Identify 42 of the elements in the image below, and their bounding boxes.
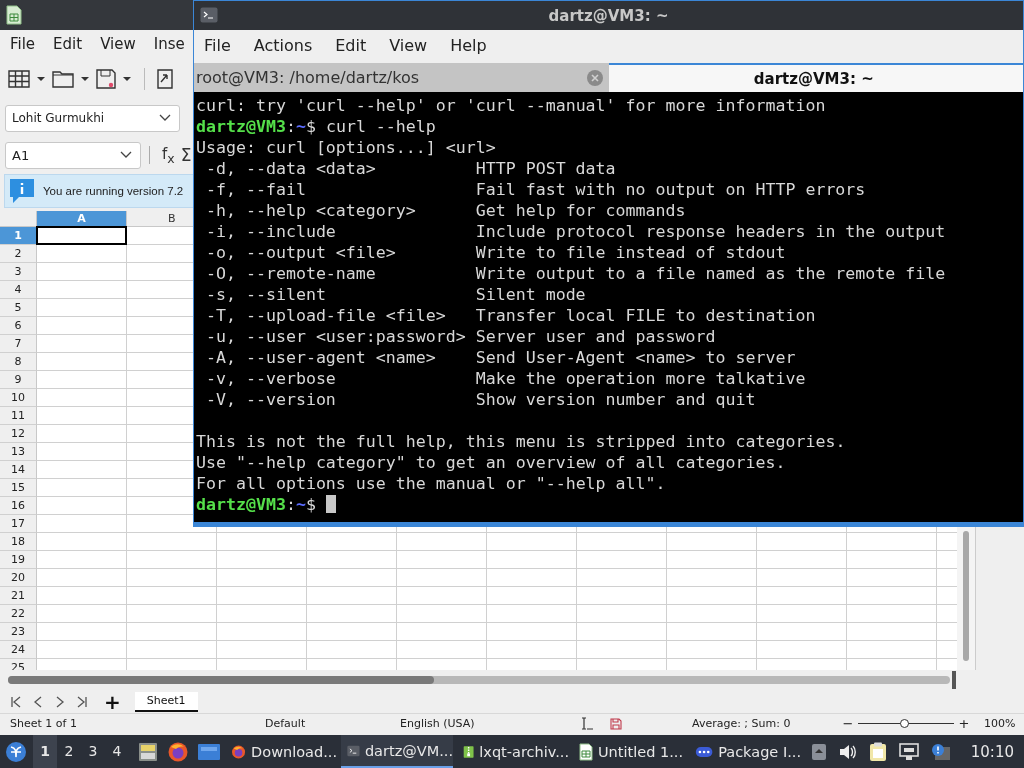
option-description: Server user and password	[475, 326, 716, 347]
option-name: -h, --help <category>	[206, 201, 416, 220]
option-description: Get help for commands	[475, 200, 686, 221]
output-line: Usage: curl [options...] <url>	[196, 137, 497, 158]
option-description: Make the operation more talkative	[475, 368, 806, 389]
prompt-user: dartz@VM3	[196, 117, 286, 136]
output-line: This is not the full help, this menu is stripped into categories.	[196, 431, 847, 452]
option-description: Show version number and quit	[475, 389, 756, 410]
output-line: curl: try 'curl --help' or 'curl --manual' for more information	[196, 95, 827, 116]
option-name: -v, --verbose	[206, 369, 336, 388]
option-name: -s, --silent	[206, 285, 326, 304]
window-title: dartz@VM3: ~	[548, 6, 669, 25]
option-name: -f, --fail	[206, 180, 306, 199]
option-description: HTTP POST data	[475, 158, 616, 179]
option-name: -i, --include	[206, 222, 336, 241]
prompt-symbol: $	[305, 495, 316, 514]
sheet-count: Sheet 1 of 1	[10, 717, 78, 730]
option-name: -A, --user-agent <name>	[206, 348, 436, 367]
prompt-separator: :	[285, 117, 296, 136]
prompt-path: ~	[295, 495, 306, 514]
option-description: Fail fast with no output on HTTP errors	[475, 179, 866, 200]
prompt-separator: :	[285, 495, 296, 514]
option-name: -V, --version	[206, 390, 336, 409]
prompt-symbol: $	[305, 117, 316, 136]
option-description: Write to file instead of stdout	[475, 242, 786, 263]
command-text: curl --help	[325, 117, 436, 136]
prompt-user: dartz@VM3	[196, 495, 286, 514]
option-description: Transfer local FILE to destination	[475, 305, 816, 326]
option-description: Include protocol response headers in the output	[475, 221, 946, 242]
option-name: -T, --upload-file <file>	[206, 306, 446, 325]
option-name: -d, --data <data>	[206, 159, 376, 178]
option-description: Write output to a file named as the remote file	[475, 263, 946, 284]
info-message: You are running version 7.2	[43, 185, 184, 197]
option-description: Send User-Agent <name> to server	[475, 347, 796, 368]
prompt-path: ~	[295, 117, 306, 136]
option-name: -o, --output <file>	[206, 243, 396, 262]
option-name: -O, --remote-name	[206, 264, 376, 283]
selection-summary: Average: ; Sum: 0	[692, 717, 792, 730]
option-name: -u, --user <user:password>	[206, 327, 466, 346]
option-description: Silent mode	[475, 284, 586, 305]
output-line: Use "--help category" to get an overview of all categories.	[196, 452, 787, 473]
output-line: For all options use the manual or "--help all".	[196, 473, 667, 494]
